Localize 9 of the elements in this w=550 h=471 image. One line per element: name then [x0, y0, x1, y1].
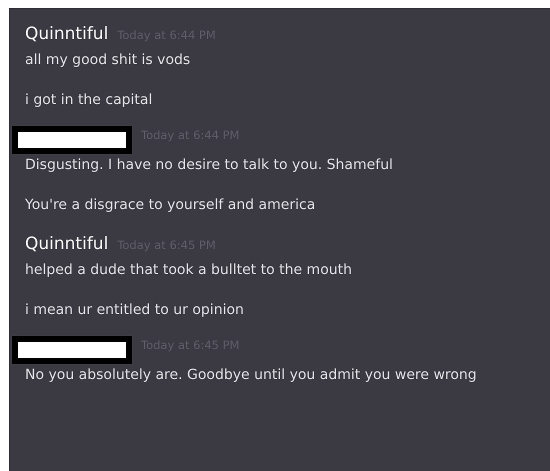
message-text: i mean ur entitled to ur opinion — [25, 301, 245, 320]
message-text: all my good shit is vods — [25, 51, 192, 70]
username[interactable]: Quinntiful — [25, 232, 108, 258]
message-text: helped a dude that took a bulltet to the mouth — [25, 261, 353, 280]
message-text: You're a disgrace to yourself and america — [25, 196, 316, 215]
message-text: Disgusting. I have no desire to talk to you. Shameful — [25, 156, 394, 175]
message-text: No you absolutely are. Goodbye until you admit you were wrong — [25, 366, 478, 385]
username[interactable]: Quinntiful — [25, 22, 108, 48]
message-text: i got in the capital — [25, 91, 154, 110]
